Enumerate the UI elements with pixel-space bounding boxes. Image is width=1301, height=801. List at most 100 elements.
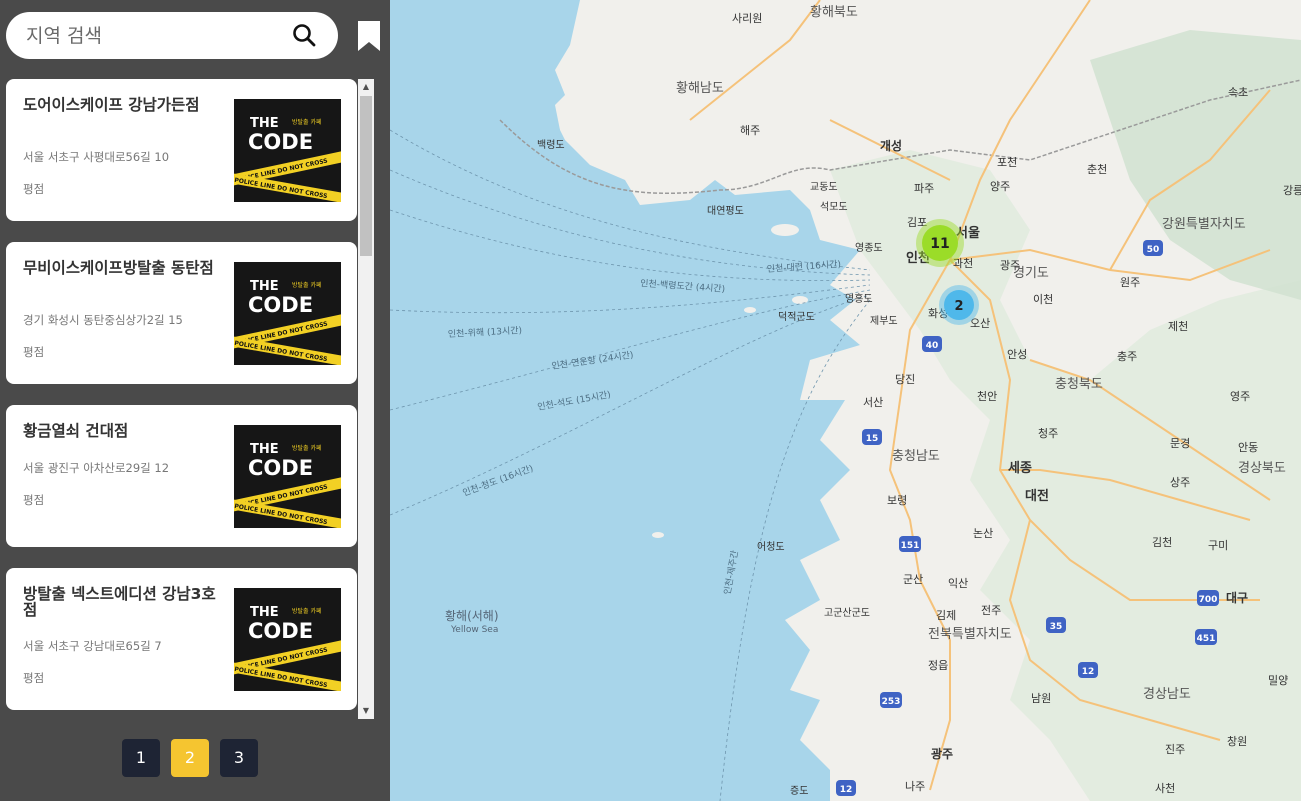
logo-code: CODE	[248, 130, 313, 154]
search-input[interactable]	[24, 20, 278, 52]
place-label: 충청남도	[892, 449, 940, 464]
result-card[interactable]: 황금열쇠 건대점 서울 광진구 아차산로29길 12 평점 THE 방탈출 카페…	[6, 405, 357, 547]
card-thumbnail: THE 방탈출 카페 CODE POLICE LINE DO NOT CROSS…	[234, 262, 341, 365]
place-label: 충청북도	[1055, 377, 1103, 392]
place-label: 김제	[936, 609, 956, 622]
logo-tagline: 방탈출 카페	[292, 607, 322, 615]
card-title: 무비이스케이프방탈출 동탄점	[23, 259, 214, 277]
place-label: 전북특별자치도	[928, 627, 1012, 642]
route-shield: 700	[1197, 590, 1219, 606]
scrollbar-thumb[interactable]	[360, 96, 372, 256]
card-title: 방탈출 넥스트에디션 강남3호점	[23, 585, 216, 619]
list-scrollbar[interactable]: ▲ ▼	[358, 79, 374, 719]
card-rating-label: 평점	[23, 671, 45, 685]
place-label: 청주	[1038, 427, 1058, 440]
place-label: 고군산군도	[824, 607, 870, 619]
svg-text:253: 253	[882, 697, 901, 707]
route-shield: 15	[862, 429, 882, 445]
place-label: 충주	[1117, 350, 1137, 363]
bookmark-icon	[358, 21, 380, 51]
place-label: 영종도	[855, 242, 883, 254]
place-label: 경상북도	[1238, 461, 1286, 476]
place-label: 포천	[997, 155, 1017, 169]
place-label: 정읍	[928, 659, 948, 672]
place-label: 사리원	[732, 12, 762, 25]
logo-tagline: 방탈출 카페	[292, 444, 322, 452]
map-cluster-seoul[interactable]: 11	[916, 219, 964, 267]
place-label: 황해북도	[810, 5, 858, 20]
svg-text:50: 50	[1147, 245, 1160, 255]
place-label: 석모도	[820, 201, 848, 213]
page-button-3[interactable]: 3	[220, 739, 258, 777]
place-label: 강원특별자치도	[1162, 217, 1246, 232]
place-label: 광주	[931, 746, 953, 761]
logo-the: THE	[250, 605, 279, 620]
svg-text:151: 151	[901, 541, 920, 551]
place-label: 덕적군도	[778, 311, 815, 323]
place-label: 제천	[1168, 319, 1188, 333]
place-label: 이천	[1033, 292, 1053, 306]
page-button-2[interactable]: 2	[171, 739, 209, 777]
route-shield: 12	[836, 780, 856, 796]
place-label: 진주	[1165, 743, 1185, 756]
place-label: 개성	[880, 139, 902, 153]
scroll-down-arrow-icon[interactable]: ▼	[358, 703, 374, 719]
place-label: 증도	[790, 785, 808, 797]
map[interactable]: 사리원 황해북도 황해남도 해주 개성 백령도 포천 춘천 속초 강릉 파주 양…	[390, 0, 1301, 801]
search-button[interactable]	[290, 21, 320, 51]
place-label: 당진	[895, 373, 915, 386]
place-label: 전주	[981, 604, 1001, 617]
place-label: 황해(서해)	[445, 609, 499, 623]
place-label: 대전	[1025, 488, 1049, 504]
place-label: 대구	[1226, 591, 1248, 605]
logo-the: THE	[250, 442, 279, 457]
result-card[interactable]: 방탈출 넥스트에디션 강남3호점 서울 서초구 강남대로65길 7 평점 THE…	[6, 568, 357, 710]
place-label: 군산	[903, 573, 923, 586]
route-shield: 151	[899, 536, 921, 552]
card-rating-label: 평점	[23, 182, 45, 196]
logo-code: CODE	[248, 293, 313, 317]
place-label: 백령도	[537, 139, 565, 151]
page-button-1[interactable]: 1	[122, 739, 160, 777]
place-label: 보령	[887, 494, 907, 507]
place-label: 논산	[973, 527, 993, 540]
logo-the: THE	[250, 279, 279, 294]
bookmark-button[interactable]	[356, 20, 382, 52]
route-shield: 50	[1143, 240, 1163, 256]
card-address: 서울 광진구 아차산로29길 12	[23, 461, 170, 475]
place-label: 춘천	[1087, 162, 1107, 176]
route-shield: 12	[1078, 662, 1098, 678]
place-label: 문경	[1170, 437, 1190, 450]
card-thumbnail: THE 방탈출 카페 CODE POLICE LINE DO NOT CROSS…	[234, 425, 341, 528]
place-label: 남원	[1031, 692, 1051, 705]
place-label: 경상남도	[1143, 687, 1191, 702]
card-address: 서울 서초구 강남대로65길 7	[23, 639, 162, 653]
logo-code: CODE	[248, 619, 313, 643]
result-card[interactable]: 무비이스케이프방탈출 동탄점 경기 화성시 동탄중심상가2길 15 평점 THE…	[6, 242, 357, 384]
result-list: 도어이스케이프 강남가든점 서울 서초구 사평대로56길 10 평점 THE 방…	[0, 79, 358, 719]
place-label: 제부도	[870, 315, 898, 327]
svg-text:40: 40	[926, 341, 939, 351]
card-rating-label: 평점	[23, 493, 45, 507]
svg-text:451: 451	[1197, 634, 1216, 644]
logo-code: CODE	[248, 456, 313, 480]
result-card[interactable]: 도어이스케이프 강남가든점 서울 서초구 사평대로56길 10 평점 THE 방…	[6, 79, 357, 221]
svg-text:2: 2	[954, 299, 963, 314]
place-label: 영흥도	[845, 292, 873, 305]
card-thumbnail: THE 방탈출 카페 CODE POLICE LINE DO NOT CROSS…	[234, 588, 341, 691]
place-label: 속초	[1228, 86, 1248, 99]
card-rating-label: 평점	[23, 345, 45, 359]
scroll-up-arrow-icon[interactable]: ▲	[358, 79, 374, 95]
place-label: 천안	[977, 389, 997, 403]
place-label: 영주	[1230, 390, 1250, 403]
place-label: 서산	[863, 396, 883, 409]
svg-text:12: 12	[840, 785, 853, 795]
place-label: 경기도	[1013, 266, 1049, 281]
search-icon	[293, 24, 316, 47]
place-label: 원주	[1120, 276, 1140, 289]
card-address: 경기 화성시 동탄중심상가2길 15	[23, 313, 183, 327]
route-shield: 451	[1195, 629, 1217, 645]
place-label: 상주	[1170, 476, 1190, 489]
map-cluster-hwaseong[interactable]: 2	[939, 285, 979, 325]
svg-text:35: 35	[1050, 622, 1063, 632]
